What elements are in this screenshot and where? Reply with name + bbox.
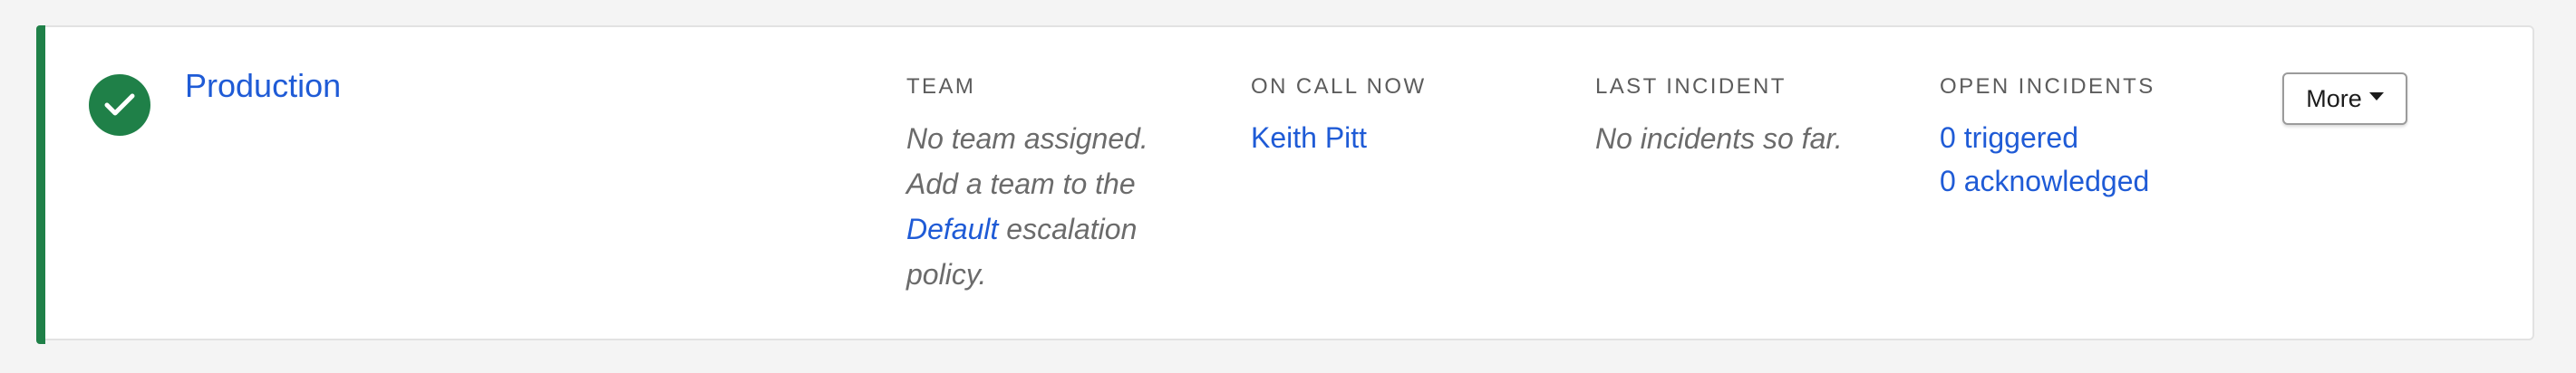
team-label: TEAM (906, 74, 976, 99)
caret-down-icon (2368, 91, 2384, 100)
acknowledged-incidents-link[interactable]: 0 acknowledged (1940, 159, 2230, 203)
team-column: TEAM No team assigned. Add a team to the… (906, 74, 1206, 297)
last-incident-value: No incidents so far. (1595, 122, 1843, 155)
on-call-person-link[interactable]: Keith Pitt (1251, 116, 1550, 159)
on-call-label: ON CALL NOW (1251, 74, 1427, 99)
check-icon (104, 93, 135, 116)
status-accent-bar (36, 25, 45, 344)
on-call-column: ON CALL NOW Keith Pitt (1251, 74, 1550, 159)
team-text-before: No team assigned. Add a team to the (906, 122, 1148, 200)
last-incident-column: LAST INCIDENT No incidents so far. (1595, 74, 1940, 161)
last-incident-label: LAST INCIDENT (1595, 74, 1787, 99)
service-card: Production TEAM No team assigned. Add a … (36, 25, 2534, 344)
open-incidents-column: OPEN INCIDENTS 0 triggered 0 acknowledge… (1940, 74, 2230, 203)
triggered-incidents-link[interactable]: 0 triggered (1940, 116, 2230, 159)
more-button[interactable]: More (2282, 72, 2407, 125)
team-value: No team assigned. Add a team to the Defa… (906, 116, 1178, 297)
open-incidents-label: OPEN INCIDENTS (1940, 74, 2155, 99)
status-ok-icon (89, 74, 150, 136)
service-name-link[interactable]: Production (185, 67, 341, 105)
more-button-label: More (2306, 84, 2362, 112)
default-escalation-policy-link[interactable]: Default (906, 213, 998, 245)
